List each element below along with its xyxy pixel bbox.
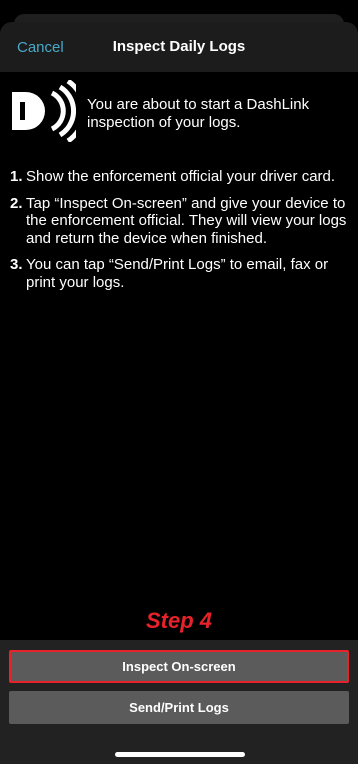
step-number: 1.: [10, 168, 23, 185]
step-text: Show the enforcement official your drive…: [26, 168, 336, 185]
step-number: 3.: [10, 256, 23, 273]
intro-message: You are about to start a DashLink inspec…: [87, 96, 310, 131]
home-indicator[interactable]: [115, 752, 245, 757]
step-number: 2.: [10, 194, 23, 212]
step-text: You can tap “Send/Print Logs” to email, …: [26, 256, 329, 291]
send-print-logs-button[interactable]: Send/Print Logs: [9, 691, 349, 724]
instruction-step: 3. You can tap “Send/Print Logs” to emai…: [10, 256, 348, 291]
step-annotation-label: Step 4: [145, 608, 213, 633]
dashlink-logo-icon: [10, 78, 87, 144]
page-title: Inspect Daily Logs: [112, 38, 246, 55]
navigation-bar: Cancel Inspect Daily Logs: [0, 22, 358, 72]
instruction-list: 1. Show the enforcement official your dr…: [10, 168, 348, 300]
inspect-on-screen-button[interactable]: Inspect On-screen: [9, 650, 349, 683]
step-text: Tap “Inspect On-screen” and give your de…: [26, 194, 347, 247]
instruction-step: 1. Show the enforcement official your dr…: [10, 168, 348, 186]
instruction-step: 2. Tap “Inspect On-screen” and give your…: [10, 195, 348, 248]
